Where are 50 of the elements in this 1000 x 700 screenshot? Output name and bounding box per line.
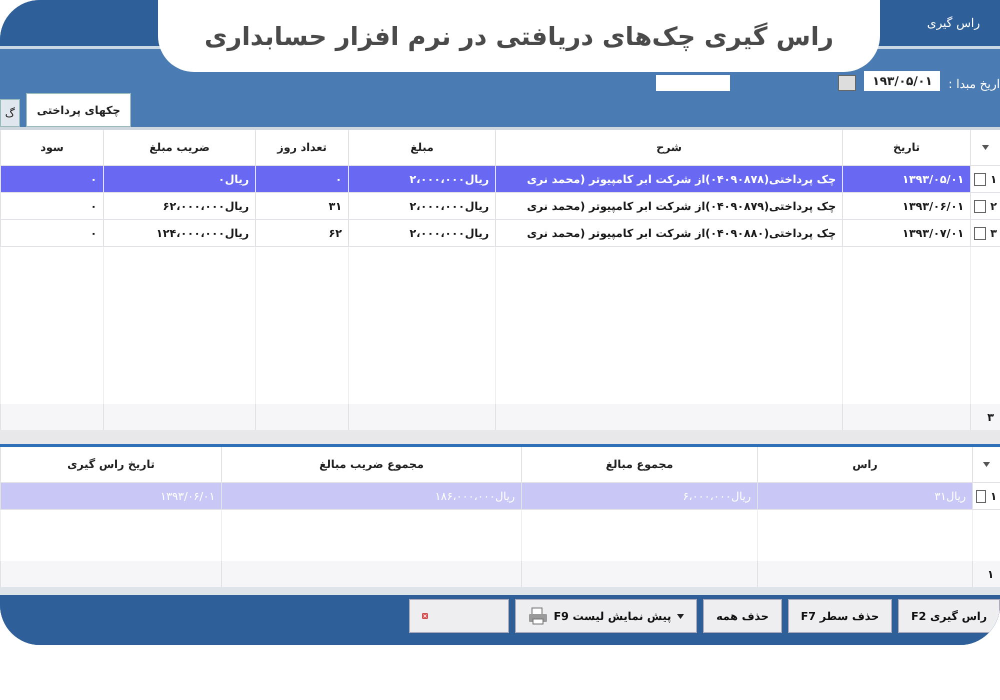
table-cell: چک پرداختی(۰۴۰۹۰۸۷۸)از شرکت ابر کامپیوتر (محمد نری <box>495 166 842 193</box>
tab[interactable]: چکهای پرداختی <box>26 93 132 127</box>
checkbox[interactable] <box>974 172 986 186</box>
table-cell: ۱۳۹۳/۰۶/۰۱ <box>0 483 221 510</box>
input-field[interactable] <box>656 75 730 91</box>
start-date-label: اریخ مبدا : <box>948 77 1000 91</box>
banner-title: راس گیری چک‌های دریافتی در نرم افزار حسابداری <box>204 22 834 50</box>
printer-icon <box>528 607 548 625</box>
table-cell: ریال۲،۰۰۰،۰۰۰ <box>348 166 495 193</box>
table-cell: ۱۳۹۳/۰۶/۰۱ <box>842 193 970 220</box>
date-field[interactable]: ۱۹۳/۰۵/۰۱ <box>864 71 940 91</box>
table-cell: ۶۲ <box>255 220 348 247</box>
table-cell: ۱۳۹۳/۰۵/۰۱ <box>842 166 970 193</box>
table-cell: ریال۱۲۴،۰۰۰،۰۰۰ <box>103 220 255 247</box>
table-cell: ریال۱۸۶،۰۰۰،۰۰۰ <box>221 483 521 510</box>
table-cell: ۰ <box>0 193 103 220</box>
table-row[interactable]: ۲ ۱۳۹۳/۰۶/۰۱ چک پرداختی(۰۴۰۹۰۸۷۹)از شرکت ابر کامپیوتر (محمد نری ریال۲،۰۰۰،۰۰۰ ۳۱ ریال۶۲،۰۰۰،۰۰۰ ۰ <box>0 193 1000 220</box>
caret-icon <box>677 614 684 618</box>
dropdown-arrow-icon[interactable] <box>982 145 989 150</box>
table-cell: ریال۳۱ <box>757 483 972 510</box>
toolbar-button[interactable]: حذف سطر F7 <box>788 599 892 633</box>
table-row[interactable]: ۳ ۱۳۹۳/۰۷/۰۱ چک پرداختی(۰۴۰۹۰۸۸۰)از شرکت ابر کامپیوتر (محمد نری ریال۲،۰۰۰،۰۰۰ ۶۲ ریال۱۲۴،۰۰۰،۰۰۰ ۰ <box>0 220 1000 247</box>
toolbar-button[interactable]: راس گیری F2 <box>898 599 1000 633</box>
table-cell: ۱۳۹۳/۰۷/۰۱ <box>842 220 970 247</box>
table-cell: ریال۲،۰۰۰،۰۰۰ <box>348 220 495 247</box>
table-cell: ریال۶۲،۰۰۰،۰۰۰ <box>103 193 255 220</box>
dropdown-arrow-icon[interactable] <box>983 462 990 467</box>
toolbar-button[interactable]: حذف همه <box>703 599 782 633</box>
table-cell: ریال۰ <box>103 166 255 193</box>
table-cell: ۰ <box>255 166 348 193</box>
print-preview-button[interactable]: پیش نمایش لیست F9 <box>514 599 698 633</box>
table-row[interactable]: ۱ ۱۳۹۳/۰۵/۰۱ چک پرداختی(۰۴۰۹۰۸۷۸)از شرکت ابر کامپیوتر (محمد نری ریال۲،۰۰۰،۰۰۰ ۰ ریال۰ ۰ <box>0 166 1000 193</box>
window-title: راس گیری <box>927 16 980 30</box>
table-cell: ریال۶،۰۰۰،۰۰۰ <box>521 483 757 510</box>
table-cell: ۳۱ <box>255 193 348 220</box>
table-cell: چک پرداختی(۰۴۰۹۰۸۸۰)از شرکت ابر کامپیوتر (محمد نری <box>495 220 842 247</box>
checkbox[interactable] <box>976 490 986 502</box>
calendar-button[interactable] <box>838 75 856 91</box>
table-cell: ۰ <box>0 166 103 193</box>
table-row[interactable]: ۱ ریال۳۱ ریال۶،۰۰۰،۰۰۰ ریال۱۸۶،۰۰۰،۰۰۰ ۱۳۹۳/۰۶/۰۱ <box>0 483 1000 510</box>
row-number: ۳ <box>990 226 997 240</box>
table-cell: ۰ <box>0 220 103 247</box>
row-number: ۲ <box>990 200 997 212</box>
row-number: ۱ <box>990 490 997 502</box>
tab[interactable]: گ <box>0 99 20 127</box>
checkbox[interactable] <box>974 200 986 212</box>
table-cell: چک پرداختی(۰۴۰۹۰۸۷۹)از شرکت ابر کامپیوتر (محمد نری <box>495 193 842 220</box>
table-cell: ریال۲،۰۰۰،۰۰۰ <box>348 193 495 220</box>
row-number: ۱ <box>990 172 997 186</box>
checkbox[interactable] <box>974 226 986 240</box>
